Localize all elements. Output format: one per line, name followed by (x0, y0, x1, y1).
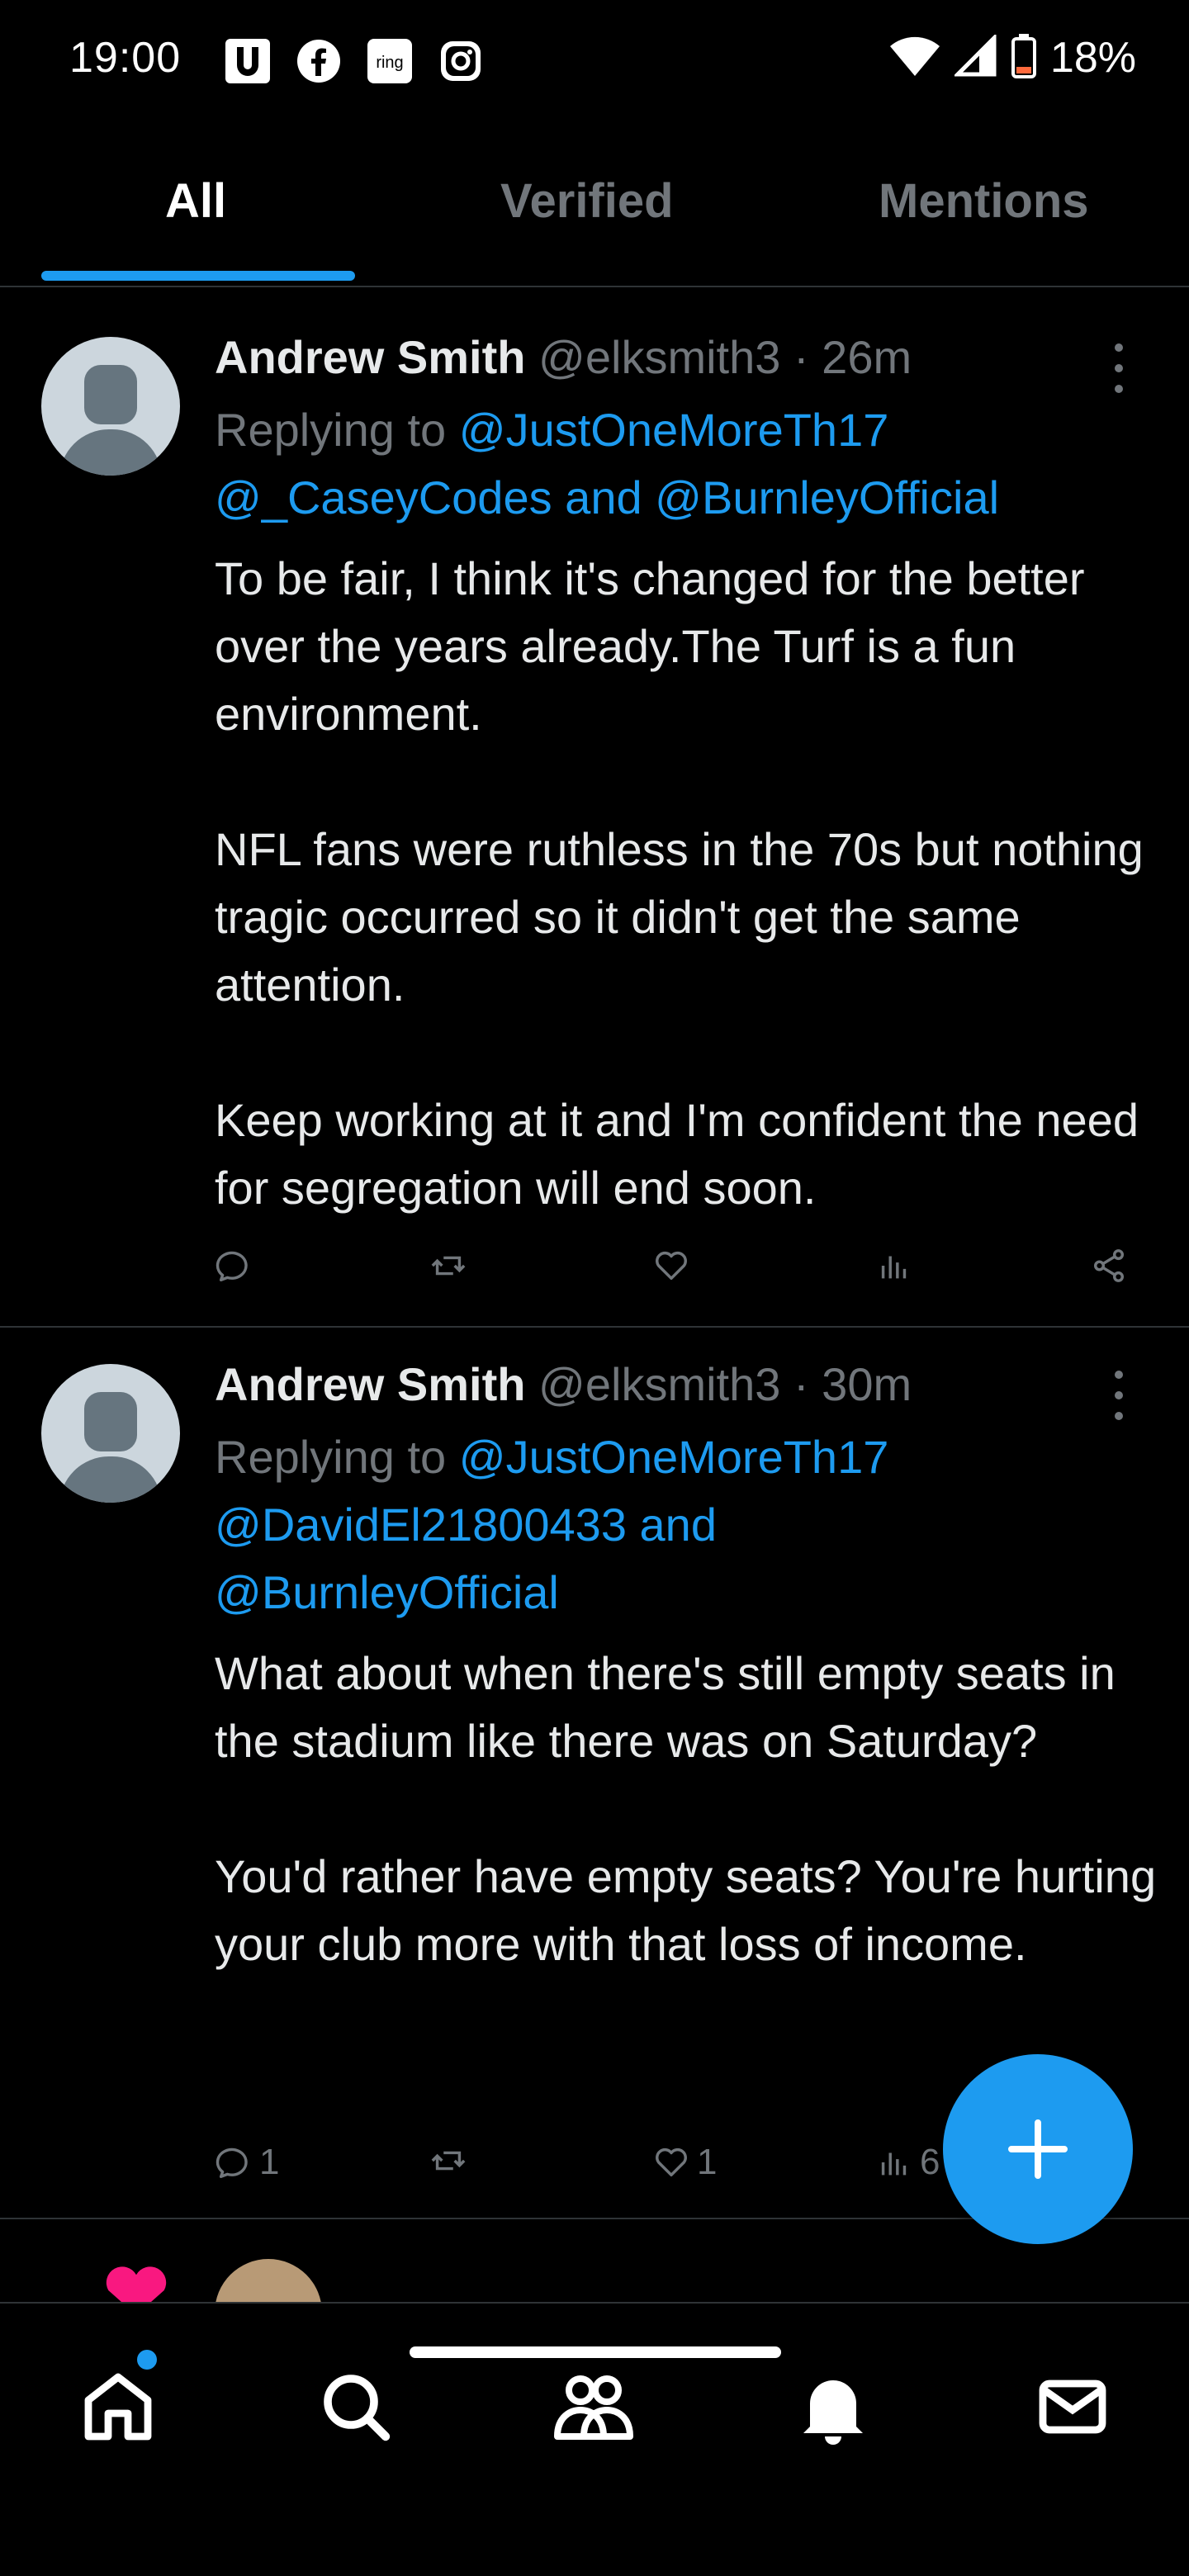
author-name[interactable]: Andrew Smith (215, 1358, 525, 1410)
reply-count: 1 (259, 2142, 280, 2182)
heart-icon (656, 2148, 687, 2177)
tweet[interactable]: Andrew Smith @elksmith3 · 26m Replying t… (0, 301, 1189, 1328)
communities-icon[interactable] (548, 2361, 639, 2452)
mention-and: and (552, 471, 656, 523)
tweet-paragraph: Keep working at it and I'm confident the… (215, 1094, 1139, 1214)
tweet-header: Andrew Smith @elksmith3 · 30m (215, 1357, 912, 1411)
plus-icon (1008, 2119, 1068, 2179)
tweet-paragraph: NFL fans were ruthless in the 70s but no… (215, 823, 1144, 1011)
tweet-paragraph: What about when there's still empty seat… (215, 1647, 1116, 1767)
ring-label: ring (376, 54, 403, 72)
reply-button[interactable]: 1 (215, 2142, 279, 2183)
author-handle[interactable]: @elksmith3 (538, 1358, 780, 1410)
tab-verified[interactable]: Verified (500, 173, 674, 229)
more-options-icon[interactable] (1106, 343, 1131, 393)
tab-all[interactable]: All (165, 173, 226, 229)
battery-percentage: 18% (1049, 34, 1136, 82)
status-bar: 19:00 ring 18% (0, 0, 1189, 124)
tweet-paragraph: You'd rather have empty seats? You're hu… (215, 1850, 1157, 1970)
active-tab-indicator (41, 271, 355, 281)
tweet-text: What about when there's still empty seat… (215, 1640, 1164, 1978)
like-button[interactable]: 1 (652, 2142, 717, 2183)
mention-link[interactable]: @JustOneMoreTh17 (459, 1431, 889, 1483)
retweet-icon (431, 1256, 466, 1276)
view-count: 6 (920, 2142, 940, 2182)
avatar[interactable] (41, 1364, 180, 1503)
avatar[interactable] (41, 337, 180, 476)
share-icon (1093, 1249, 1125, 1282)
home-icon[interactable] (73, 2361, 163, 2452)
views-button[interactable]: 6 (875, 2142, 940, 2183)
signal-icon (952, 32, 997, 82)
tweet-time[interactable]: 26m (822, 331, 912, 383)
separator: · (780, 331, 822, 383)
instagram-icon (436, 36, 486, 86)
tab-mentions[interactable]: Mentions (879, 173, 1089, 229)
tweet-time[interactable]: 30m (822, 1358, 912, 1410)
tweet-text: To be fair, I think it's changed for the… (215, 545, 1164, 1222)
tweet-actions (215, 1247, 1139, 1296)
replying-to-label: Replying to (215, 1431, 459, 1483)
mention-link[interactable]: @BurnleyOfficial (215, 1566, 559, 1618)
mention-link[interactable]: @JustOneMoreTh17 (459, 404, 889, 456)
battery-icon (1011, 33, 1037, 83)
like-count: 1 (697, 2142, 718, 2182)
more-options-icon[interactable] (1106, 1371, 1131, 1420)
compose-button[interactable] (943, 2054, 1133, 2244)
search-icon[interactable] (310, 2361, 401, 2452)
tweet-header: Andrew Smith @elksmith3 · 26m (215, 330, 912, 384)
reply-icon (216, 2147, 248, 2178)
author-handle[interactable]: @elksmith3 (538, 331, 780, 383)
views-icon (881, 1256, 907, 1279)
separator: · (780, 1358, 822, 1410)
status-time: 19:00 (69, 34, 182, 82)
share-button[interactable] (1090, 1247, 1128, 1285)
like-button[interactable] (652, 1247, 697, 1285)
messages-icon[interactable] (1027, 2361, 1118, 2452)
reply-icon (216, 1251, 248, 1281)
mention-link[interactable]: @DavidEl21800433 (215, 1499, 627, 1551)
replying-to: Replying to @JustOneMoreTh17 @DavidEl218… (215, 1423, 1164, 1627)
mention-link[interactable]: @BurnleyOfficial (655, 471, 999, 523)
tweet-paragraph: To be fair, I think it's changed for the… (215, 552, 1085, 740)
replying-to-label: Replying to (215, 404, 459, 456)
retweet-button[interactable] (429, 1247, 474, 1285)
notifications-icon[interactable] (788, 2361, 879, 2452)
heart-icon (656, 1252, 687, 1281)
views-button[interactable] (875, 1247, 920, 1285)
ring-icon: ring (365, 36, 414, 86)
facebook-icon (294, 36, 343, 86)
wifi-icon (888, 35, 941, 82)
views-icon (881, 2152, 907, 2176)
mention-link[interactable]: @_CaseyCodes (215, 471, 552, 523)
replying-to: Replying to @JustOneMoreTh17 @_CaseyCode… (215, 396, 1164, 532)
retweet-icon (431, 2151, 466, 2171)
bottom-navigation (0, 2302, 1189, 2576)
notification-tabs: All Verified Mentions (0, 140, 1189, 287)
retweet-button[interactable] (429, 2142, 474, 2180)
home-unread-dot (137, 2350, 157, 2370)
reply-button[interactable] (215, 1247, 259, 1285)
mention-and: and (626, 1499, 717, 1551)
gesture-bar[interactable] (410, 2346, 781, 2358)
u-icon (223, 36, 272, 86)
author-name[interactable]: Andrew Smith (215, 331, 525, 383)
